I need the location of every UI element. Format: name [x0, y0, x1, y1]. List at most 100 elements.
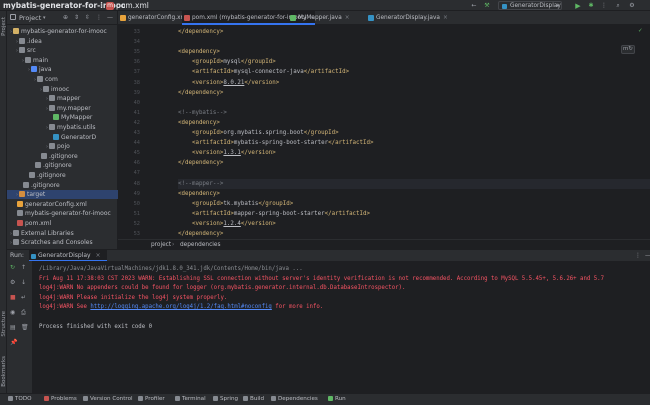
chevron-icon[interactable]: › [22, 58, 24, 64]
tree-item[interactable]: › src [7, 46, 118, 55]
tree-item[interactable]: .gitignore [7, 152, 118, 161]
more-actions-icon[interactable]: ⋮ [600, 2, 608, 10]
scroll-up-icon[interactable]: ↑ [21, 264, 26, 271]
code-line: </dependency> [178, 229, 223, 239]
tree-item[interactable]: › com [7, 75, 118, 84]
code-token: </groupId> [258, 200, 294, 207]
chevron-down-icon[interactable]: ▾ [43, 11, 46, 25]
chevron-icon[interactable]: › [34, 77, 36, 83]
code-token: 8.0.21 [223, 79, 245, 86]
inspection-ok-icon[interactable]: ✓ [638, 28, 643, 34]
tree-item[interactable]: mybatis-generator-for-imooc [7, 209, 118, 218]
chevron-icon[interactable]: › [16, 39, 18, 45]
chevron-icon[interactable]: › [16, 192, 18, 198]
tree-item[interactable]: › mybatis.utils [7, 123, 118, 132]
tree-item[interactable]: .gitignore [7, 181, 118, 190]
console-output[interactable]: /Library/Java/JavaVirtualMachines/jdk1.8… [33, 261, 650, 393]
console-line: log4j:WARN No appenders could be found f… [39, 284, 405, 293]
tree-item[interactable]: › imooc [7, 85, 118, 94]
tool-window-button[interactable]: Run [328, 394, 346, 405]
collapse-all-icon[interactable]: ⇕ [74, 11, 79, 25]
editor-tab[interactable]: MyMapper.java × [288, 11, 350, 25]
tool-window-button[interactable]: Dependencies [271, 394, 318, 405]
tree-item[interactable]: › Scratches and Consoles [7, 238, 118, 247]
chevron-icon[interactable]: › [28, 67, 30, 73]
current-file-name[interactable]: pom.xml [116, 0, 149, 11]
tool-window-label: Spring [220, 396, 239, 402]
code-line: <!--mybatis--> [178, 108, 227, 118]
locate-icon[interactable]: ⊕ [63, 11, 68, 25]
editor-tab[interactable]: GeneratorDisplay.java × [366, 11, 448, 25]
tool-window-button[interactable]: Profiler [138, 394, 165, 405]
chevron-icon[interactable]: › [46, 106, 48, 112]
project-panel-title[interactable]: Project [19, 11, 41, 25]
tree-item[interactable]: › mybatis-generator-for-imooc [7, 27, 118, 36]
tree-item[interactable]: MyMapper [7, 113, 118, 122]
line-number: 42 [133, 119, 140, 126]
code-token: </dependency> [178, 89, 224, 96]
run-config-selector[interactable]: GeneratorDisplay ▾ [498, 1, 562, 10]
layout-icon[interactable]: ▤ [10, 324, 16, 331]
trash-icon[interactable]: 🗑 [21, 324, 29, 331]
editor-tab-label: generatorConfig.xml [128, 15, 188, 21]
tree-item-label: .gitignore [43, 162, 72, 170]
tool-window-button[interactable]: Spring [213, 394, 238, 405]
back-icon[interactable]: ← [470, 2, 478, 10]
library-icon [13, 229, 19, 236]
code-token: mysql [223, 59, 241, 66]
camera-icon[interactable]: ◉ [10, 309, 15, 316]
tree-item[interactable]: pom.xml [7, 219, 118, 228]
package-icon [37, 76, 43, 82]
tree-item[interactable]: › pojo [7, 142, 118, 151]
chevron-icon[interactable]: › [46, 125, 48, 131]
tool-window-button[interactable]: Version Control [83, 394, 133, 405]
scroll-down-icon[interactable]: ↓ [21, 279, 26, 286]
tool-window-button[interactable]: Problems [44, 394, 77, 405]
chevron-icon[interactable]: › [10, 29, 12, 35]
code-token: <artifactId> [192, 69, 234, 76]
stop-icon[interactable]: ■ [10, 294, 16, 301]
hide-icon[interactable]: — [107, 11, 113, 25]
tree-item[interactable]: › External Libraries [7, 229, 118, 238]
tree-item[interactable]: › main [7, 56, 118, 65]
tree-item[interactable]: .gitignore [7, 171, 118, 180]
chevron-icon[interactable]: › [46, 96, 48, 102]
code-editor[interactable]: 33 34 35 36 37 38 39 40 41 42 43 44 45 46 47 48 49 50 51 52… [118, 25, 650, 239]
console-link[interactable]: http://logging.apache.org/log4j/1.2/faq.… [90, 304, 271, 310]
tree-item[interactable]: › java [7, 65, 118, 74]
tree-item[interactable]: .gitignore [7, 161, 118, 170]
tool-window-button[interactable]: Build [243, 394, 264, 405]
tree-item[interactable]: › my.mapper [7, 104, 118, 113]
close-icon[interactable]: × [96, 252, 101, 259]
debug-icon[interactable]: ✱ [587, 2, 595, 10]
chevron-icon[interactable]: › [46, 144, 48, 150]
settings-gear-icon[interactable]: ⚙ [628, 2, 636, 10]
maven-reload-icon[interactable]: m↻ [621, 45, 635, 54]
search-icon[interactable]: ⌕ [614, 2, 622, 10]
tree-item[interactable]: › target [7, 190, 118, 200]
options-icon[interactable]: ⋮ [96, 11, 102, 25]
build-hammer-icon[interactable]: ⚒ [483, 2, 491, 10]
expand-all-icon[interactable]: ⇳ [85, 11, 90, 25]
chevron-icon[interactable]: › [10, 231, 12, 237]
tree-item[interactable]: › mapper [7, 94, 118, 103]
close-icon[interactable]: × [443, 15, 448, 21]
close-icon[interactable]: × [345, 15, 350, 21]
editor-tab-label: GeneratorDisplay.java [376, 15, 440, 21]
soft-wrap-icon[interactable]: ↵ [21, 294, 26, 301]
tool-window-button[interactable]: Terminal [175, 394, 206, 405]
wrench-icon[interactable]: ⚙ [10, 279, 15, 286]
chevron-icon[interactable]: › [10, 240, 12, 246]
tool-window-icon [243, 396, 248, 401]
tree-item[interactable]: generatorConfig.xml [7, 200, 118, 209]
chevron-down-icon: ▾ [556, 3, 559, 9]
tool-window-button[interactable]: TODO [8, 394, 32, 405]
tree-item[interactable]: › .idea [7, 37, 118, 46]
run-icon[interactable]: ▶ [574, 2, 582, 10]
pin-icon[interactable]: 📌 [10, 339, 17, 346]
print-icon[interactable]: ⎙ [21, 309, 26, 317]
chevron-icon[interactable]: › [16, 48, 18, 54]
rerun-icon[interactable]: ↻ [10, 264, 15, 271]
chevron-icon[interactable]: › [40, 87, 42, 93]
tree-item[interactable]: GeneratorD [7, 133, 118, 142]
